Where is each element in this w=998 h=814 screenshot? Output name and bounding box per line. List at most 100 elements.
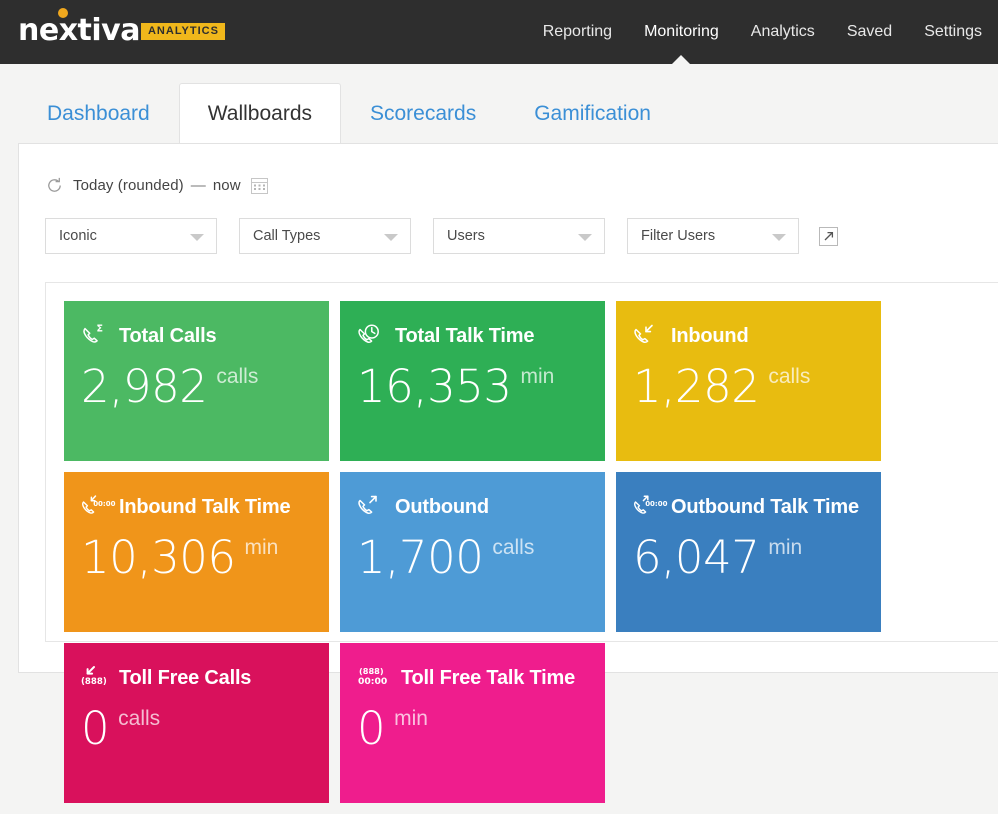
popout-icon[interactable]: [819, 227, 838, 246]
phone-inbound-icon: [633, 323, 663, 349]
card-value: 0: [81, 703, 109, 755]
card-title: Total Calls: [119, 325, 216, 347]
nav-item-analytics[interactable]: Analytics: [735, 0, 831, 64]
wallboard-panel: Today (rounded) — now Iconic Call Types …: [18, 143, 998, 673]
refresh-icon[interactable]: [45, 176, 64, 195]
nav-item-saved[interactable]: Saved: [831, 0, 908, 64]
phone-sigma-icon: Σ: [81, 323, 111, 349]
svg-text:00:00: 00:00: [93, 500, 115, 508]
section-tabstrip: Dashboard Wallboards Scorecards Gamifica…: [0, 64, 998, 143]
card-value: 1,282: [633, 361, 759, 413]
phone-outbound-icon: [357, 494, 387, 520]
calendar-icon[interactable]: [251, 177, 268, 194]
layout-select-value: Iconic: [59, 228, 97, 244]
card-value-row: 0 min: [357, 703, 428, 755]
card-title: Inbound: [671, 325, 748, 347]
layout-select[interactable]: Iconic: [45, 218, 217, 254]
nav-item-analytics-wrap: Analytics: [735, 0, 831, 64]
chevron-down-icon: [384, 234, 398, 241]
svg-text:00:00: 00:00: [358, 676, 387, 687]
app-header: nextiva ANALYTICS Reporting Monitoring A…: [0, 0, 998, 64]
logo-analytics-badge: ANALYTICS: [141, 23, 225, 40]
card-value-row: 6,047 min: [633, 532, 802, 584]
card-title: Inbound Talk Time: [119, 496, 290, 518]
card-value: 10,306: [81, 532, 235, 584]
card-unit: calls: [492, 536, 534, 560]
phone-outbound-time-icon: 00:00: [633, 494, 663, 520]
card-header: 00:00 Outbound Talk Time: [633, 494, 859, 520]
card-value-row: 16,353 min: [357, 361, 554, 413]
nextiva-analytics-logo[interactable]: nextiva ANALYTICS: [18, 14, 225, 48]
card-value: 1,700: [357, 532, 483, 584]
card-header: Total Talk Time: [357, 323, 534, 349]
card-value-row: 0 calls: [81, 703, 160, 755]
tab-gamification[interactable]: Gamification: [505, 83, 680, 143]
logo-wordmark: nextiva: [18, 16, 140, 46]
primary-nav: Reporting Monitoring Analytics Saved Set…: [527, 0, 998, 64]
chevron-down-icon: [190, 234, 204, 241]
date-range-from[interactable]: Today (rounded): [73, 177, 184, 194]
card-unit: calls: [768, 365, 810, 389]
card-unit: calls: [118, 707, 160, 731]
svg-text:(888): (888): [81, 677, 107, 687]
nav-item-reporting-wrap: Reporting: [527, 0, 628, 64]
call-types-select[interactable]: Call Types: [239, 218, 411, 254]
card-value: 16,353: [357, 361, 511, 413]
metric-card-outbound-talk-time[interactable]: 00:00 Outbound Talk Time 6,047 min: [616, 472, 881, 632]
card-header: (888) Toll Free Calls: [81, 665, 251, 691]
card-header: Inbound: [633, 323, 748, 349]
call-types-select-value: Call Types: [253, 228, 320, 244]
card-unit: min: [394, 707, 428, 731]
metric-card-toll-free-calls[interactable]: (888) Toll Free Calls 0 calls: [64, 643, 329, 803]
card-unit: min: [520, 365, 554, 389]
tollfree-time-icon: (888) 00:00: [357, 665, 393, 691]
metric-card-inbound-talk-time[interactable]: 00:00 Inbound Talk Time 10,306 min: [64, 472, 329, 632]
nav-item-settings[interactable]: Settings: [908, 0, 998, 64]
metric-card-grid: Σ Total Calls 2,982 calls: [64, 301, 998, 814]
metric-card-total-calls[interactable]: Σ Total Calls 2,982 calls: [64, 301, 329, 461]
tab-scorecards[interactable]: Scorecards: [341, 83, 505, 143]
metric-card-inbound[interactable]: Inbound 1,282 calls: [616, 301, 881, 461]
users-select[interactable]: Users: [433, 218, 605, 254]
tab-wallboards[interactable]: Wallboards: [179, 83, 341, 143]
date-range-bar: Today (rounded) — now: [45, 174, 268, 196]
card-header: Outbound: [357, 494, 489, 520]
logo-dot-icon: [58, 8, 68, 18]
nav-item-saved-wrap: Saved: [831, 0, 908, 64]
filter-bar: Iconic Call Types Users Filter Users: [45, 218, 838, 254]
filter-users-select-value: Filter Users: [641, 228, 715, 244]
date-range-to[interactable]: now: [213, 177, 241, 194]
metric-card-outbound[interactable]: Outbound 1,700 calls: [340, 472, 605, 632]
phone-clock-icon: [357, 323, 387, 349]
card-title: Toll Free Talk Time: [401, 667, 575, 689]
card-value: 6,047: [633, 532, 759, 584]
date-range-separator: —: [191, 177, 206, 194]
wallboard-card-container: Σ Total Calls 2,982 calls: [45, 282, 998, 642]
svg-text:(888): (888): [359, 666, 384, 676]
card-value: 0: [357, 703, 385, 755]
card-value: 2,982: [81, 361, 207, 413]
card-value-row: 1,282 calls: [633, 361, 810, 413]
card-unit: calls: [216, 365, 258, 389]
nav-item-reporting[interactable]: Reporting: [527, 0, 628, 64]
users-select-value: Users: [447, 228, 485, 244]
metric-card-toll-free-talk-time[interactable]: (888) 00:00 Toll Free Talk Time 0 min: [340, 643, 605, 803]
nav-item-monitoring-wrap: Monitoring: [628, 0, 735, 64]
svg-text:00:00: 00:00: [645, 500, 667, 508]
card-header: 00:00 Inbound Talk Time: [81, 494, 290, 520]
metric-card-total-talk-time[interactable]: Total Talk Time 16,353 min: [340, 301, 605, 461]
filter-users-select[interactable]: Filter Users: [627, 218, 799, 254]
tollfree-inbound-icon: (888): [81, 665, 111, 691]
card-header: (888) 00:00 Toll Free Talk Time: [357, 665, 575, 691]
card-title: Total Talk Time: [395, 325, 534, 347]
card-value-row: 10,306 min: [81, 532, 278, 584]
card-unit: min: [244, 536, 278, 560]
card-title: Toll Free Calls: [119, 667, 251, 689]
card-header: Σ Total Calls: [81, 323, 216, 349]
card-value-row: 1,700 calls: [357, 532, 534, 584]
card-title: Outbound: [395, 496, 489, 518]
phone-inbound-time-icon: 00:00: [81, 494, 111, 520]
tab-dashboard[interactable]: Dashboard: [18, 83, 179, 143]
nav-item-settings-wrap: Settings: [908, 0, 998, 64]
chevron-down-icon: [578, 234, 592, 241]
